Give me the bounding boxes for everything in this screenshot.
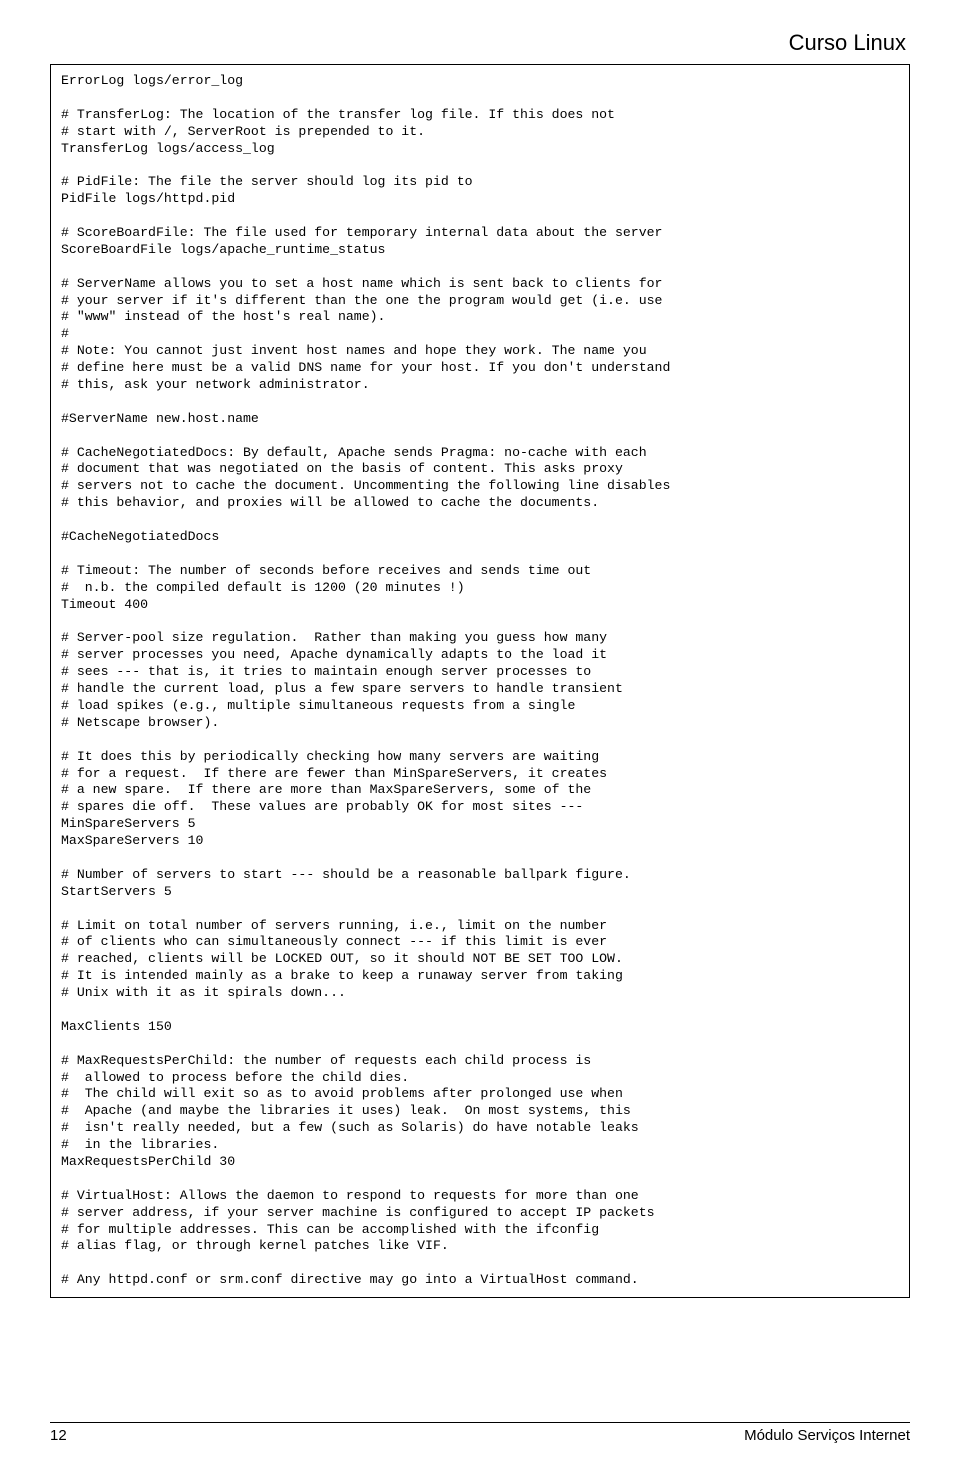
page-title: Curso Linux (50, 30, 910, 56)
code-block: ErrorLog logs/error_log # TransferLog: T… (50, 64, 910, 1298)
page-number: 12 (50, 1427, 67, 1444)
document-page: Curso Linux ErrorLog logs/error_log # Tr… (0, 0, 960, 1464)
module-label: Módulo Serviços Internet (744, 1427, 910, 1444)
page-footer: 12 Módulo Serviços Internet (50, 1422, 910, 1444)
